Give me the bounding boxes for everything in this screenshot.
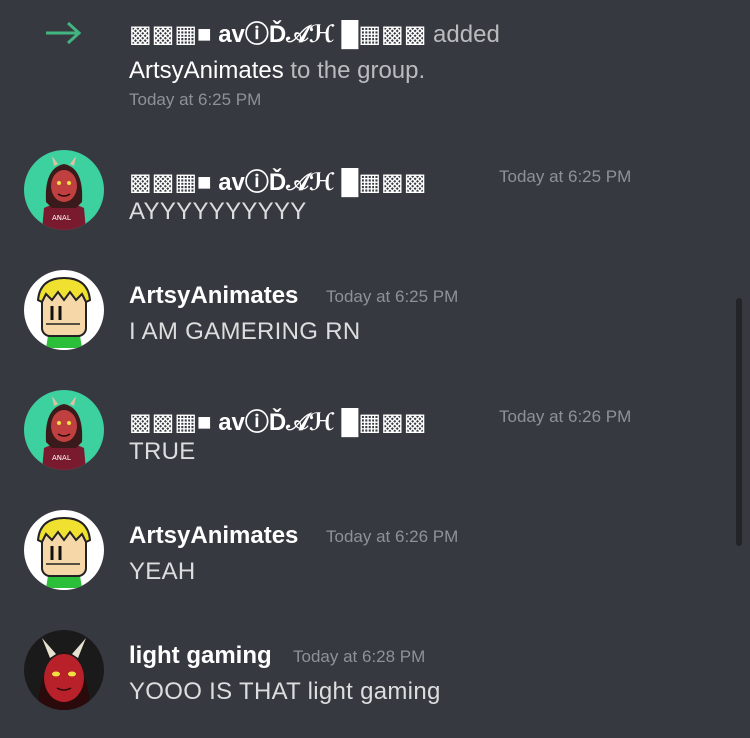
svg-text:ANAL: ANAL [52,214,71,222]
message-timestamp: Today at 6:28 PM [293,647,426,666]
message-timestamp: Today at 6:26 PM [499,407,632,426]
system-message-line: ▩▩▦■ avⓘĎ𝒜ℋ █▦▩▩ added [129,14,500,49]
message-author[interactable]: light gaming [129,642,272,670]
demon-girl-avatar[interactable]: ANAL [24,150,104,230]
message-content: YOOO IS THAT light gaming [129,678,441,705]
chat-message: light gaming Today at 6:28 PM YOOO IS TH… [0,628,750,738]
svg-text:ANAL: ANAL [52,454,71,462]
demon-girl-avatar[interactable]: ANAL [24,390,104,470]
message-content: I AM GAMERING RN [129,318,361,345]
message-content: AYYYYYYYYYY [129,198,307,225]
chat-message: ANAL ▩▩▦■ avⓘĎ𝒜ℋ █▦▩▩ Today at 6:25 PM A… [0,148,750,258]
message-author[interactable]: ArtsyAnimates [129,522,298,550]
system-suffix-text: to the group. [290,57,426,84]
chat-message: ANAL ▩▩▦■ avⓘĎ𝒜ℋ █▦▩▩ Today at 6:26 PM T… [0,388,750,498]
system-target-name[interactable]: ArtsyAnimates [129,57,284,84]
blonde-cartoon-avatar[interactable] [24,270,104,350]
red-demon-avatar[interactable] [24,630,104,710]
message-content: YEAH [129,558,196,585]
message-timestamp: Today at 6:25 PM [499,167,632,186]
chat-message: ArtsyAnimates Today at 6:26 PM YEAH [0,508,750,618]
system-action-text: added [433,21,500,48]
blonde-cartoon-avatar[interactable] [24,510,104,590]
join-arrow-icon [46,21,82,45]
message-timestamp: Today at 6:25 PM [326,287,459,306]
message-content: TRUE [129,438,196,465]
system-message-line-2: ArtsyAnimates to the group. [129,57,425,85]
message-timestamp: Today at 6:26 PM [326,527,459,546]
system-actor-name[interactable]: ▩▩▦■ avⓘĎ𝒜ℋ █▦▩▩ [129,21,426,48]
system-join-message: ▩▩▦■ avⓘĎ𝒜ℋ █▦▩▩ added ArtsyAnimates to … [0,0,750,130]
system-timestamp: Today at 6:25 PM [129,90,262,109]
message-author[interactable]: ▩▩▦■ avⓘĎ𝒜ℋ █▦▩▩ [129,162,426,197]
chat-message: ArtsyAnimates Today at 6:25 PM I AM GAME… [0,268,750,378]
message-author[interactable]: ▩▩▦■ avⓘĎ𝒜ℋ █▦▩▩ [129,402,426,437]
scrollbar-thumb[interactable] [736,298,742,546]
message-author[interactable]: ArtsyAnimates [129,282,298,310]
